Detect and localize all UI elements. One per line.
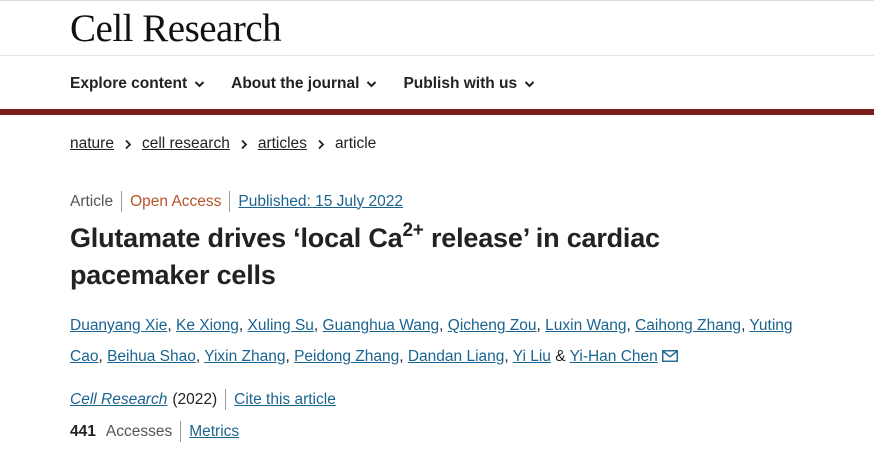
author-and: &	[555, 348, 566, 365]
article-type: Article	[70, 192, 114, 210]
meta-divider	[121, 191, 123, 212]
title-superscript: 2+	[402, 220, 424, 241]
author-link[interactable]: Yi-Han Chen	[570, 348, 658, 365]
author-list: Duanyang Xie, Ke Xiong, Xuling Su, Guang…	[70, 310, 810, 372]
open-access-label: Open Access	[130, 192, 222, 210]
breadcrumb-articles[interactable]: articles	[258, 135, 307, 153]
chevron-right-icon	[240, 139, 248, 150]
author-separator: ,	[195, 348, 201, 365]
author-link[interactable]: Caihong Zhang	[635, 317, 741, 334]
title-part: Glutamate drives ‘local Ca	[70, 223, 403, 253]
breadcrumb: nature cell research articles article	[70, 135, 376, 153]
breadcrumb-nature[interactable]: nature	[70, 135, 114, 153]
chevron-right-icon	[124, 139, 132, 150]
header-divider	[0, 55, 874, 56]
accesses-count: 441	[70, 422, 96, 440]
meta-divider	[229, 191, 231, 212]
nav-item-label: About the journal	[231, 75, 360, 92]
article-title: Glutamate drives ‘local Ca2+ release’ in…	[70, 220, 770, 294]
meta-divider	[225, 389, 227, 410]
top-border	[0, 0, 874, 1]
author-link[interactable]: Yi Liu	[513, 348, 551, 365]
author-separator: ,	[238, 317, 244, 334]
author-link[interactable]: Luxin Wang	[545, 317, 626, 334]
author-link[interactable]: Qicheng Zou	[448, 317, 537, 334]
published-date-link[interactable]: Published: 15 July 2022	[238, 193, 403, 211]
chevron-right-icon	[317, 139, 325, 150]
author-separator: ,	[285, 348, 290, 365]
author-link[interactable]: Duanyang Xie	[70, 317, 167, 334]
chevron-down-icon	[194, 80, 205, 88]
author-separator: ,	[741, 317, 746, 334]
mail-icon[interactable]	[661, 350, 678, 362]
chevron-down-icon	[524, 80, 535, 88]
author-separator: ,	[536, 317, 541, 334]
author-separator: ,	[399, 348, 404, 365]
article-meta: Article Open Access Published: 15 July 2…	[70, 191, 403, 212]
cite-article-link[interactable]: Cite this article	[234, 391, 336, 409]
author-separator: ,	[504, 348, 509, 365]
nav-publish-with-us[interactable]: Publish with us	[403, 75, 535, 93]
author-link[interactable]: Yixin Zhang	[204, 348, 285, 365]
journal-link[interactable]: Cell Research	[70, 391, 167, 409]
publication-year: (2022)	[172, 390, 218, 408]
journal-citation: Cell Research (2022) Cite this article	[70, 389, 336, 410]
accesses-label: Accesses	[105, 422, 173, 440]
nav-item-label: Explore content	[70, 75, 188, 92]
author-link[interactable]: Peidong Zhang	[294, 348, 399, 365]
author-separator: ,	[313, 317, 319, 334]
author-separator: ,	[439, 317, 444, 334]
author-link[interactable]: Xuling Su	[248, 317, 314, 334]
article-metrics: 441 Accesses Metrics	[70, 421, 239, 442]
nav-item-label: Publish with us	[403, 75, 518, 92]
chevron-down-icon	[366, 80, 377, 88]
author-link[interactable]: Beihua Shao	[107, 348, 196, 365]
meta-divider	[180, 421, 182, 442]
main-nav: Explore content About the journal Publis…	[70, 72, 561, 96]
breadcrumb-current: article	[334, 135, 377, 152]
nav-about-journal[interactable]: About the journal	[231, 75, 377, 93]
author-link[interactable]: Guanghua Wang	[323, 317, 440, 334]
breadcrumb-cell-research[interactable]: cell research	[142, 135, 230, 153]
author-separator: ,	[98, 348, 103, 365]
nav-explore-content[interactable]: Explore content	[70, 75, 205, 93]
header-accent-bar	[0, 109, 874, 115]
author-link[interactable]: Dandan Liang	[408, 348, 505, 365]
author-link[interactable]: Ke Xiong	[176, 317, 239, 334]
journal-logo[interactable]: Cell Research	[70, 6, 282, 51]
author-separator: ,	[167, 317, 172, 334]
author-separator: ,	[626, 317, 631, 334]
metrics-link[interactable]: Metrics	[189, 423, 239, 441]
